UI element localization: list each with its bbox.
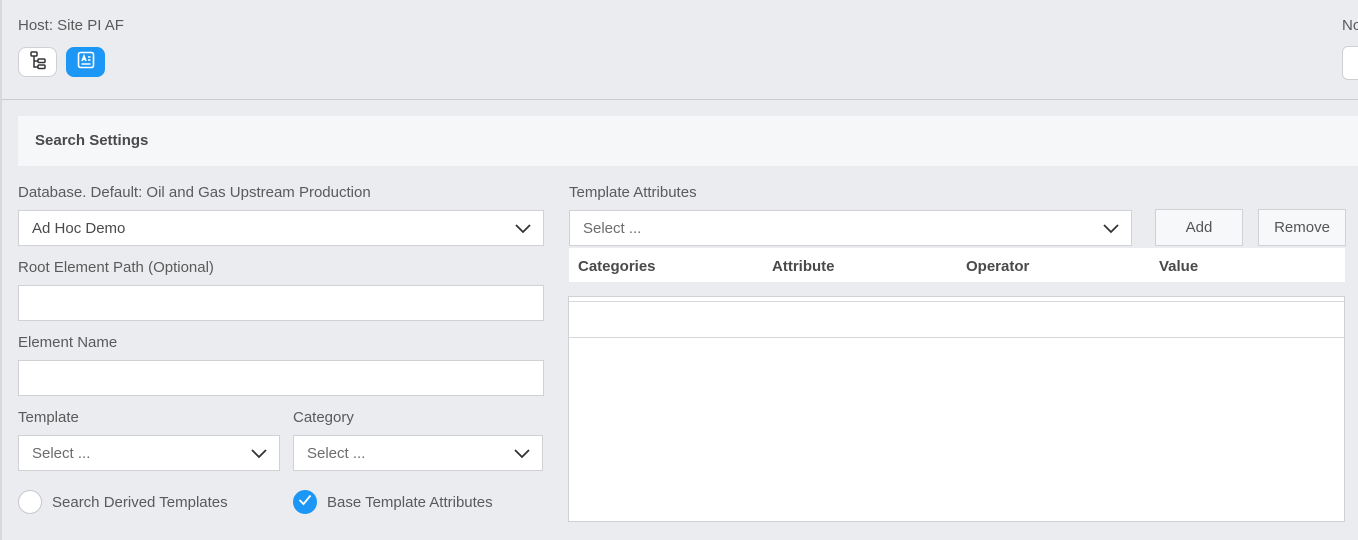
chevron-down-icon bbox=[515, 222, 531, 240]
column-header-categories[interactable]: Categories bbox=[578, 258, 656, 275]
database-value: Ad Hoc Demo bbox=[32, 220, 126, 237]
search-card-icon bbox=[76, 50, 96, 75]
column-header-value[interactable]: Value bbox=[1159, 258, 1198, 275]
table-row-divider bbox=[569, 337, 1344, 338]
template-attributes-placeholder: Select ... bbox=[583, 220, 642, 237]
template-placeholder: Select ... bbox=[32, 445, 91, 462]
remove-button[interactable]: Remove bbox=[1258, 209, 1346, 246]
base-template-attributes-checkbox[interactable] bbox=[293, 490, 317, 514]
attributes-table-body bbox=[568, 296, 1345, 522]
database-select[interactable]: Ad Hoc Demo bbox=[18, 210, 544, 246]
cut-off-label: No bbox=[1342, 17, 1358, 34]
column-header-operator[interactable]: Operator bbox=[966, 258, 1029, 275]
search-derived-checkbox[interactable] bbox=[18, 490, 42, 514]
template-attributes-select[interactable]: Select ... bbox=[569, 210, 1132, 246]
add-button[interactable]: Add bbox=[1155, 209, 1243, 246]
element-name-input[interactable] bbox=[18, 360, 544, 396]
search-settings-header bbox=[18, 116, 1358, 166]
left-border bbox=[0, 0, 2, 540]
template-select[interactable]: Select ... bbox=[18, 435, 280, 471]
search-view-button[interactable] bbox=[66, 47, 105, 77]
checkmark-icon bbox=[298, 493, 312, 511]
column-header-attribute[interactable]: Attribute bbox=[772, 258, 835, 275]
chevron-down-icon bbox=[514, 447, 530, 465]
chevron-down-icon bbox=[251, 447, 267, 465]
element-name-label: Element Name bbox=[18, 334, 118, 351]
base-template-attributes-label: Base Template Attributes bbox=[327, 494, 493, 511]
table-row[interactable] bbox=[569, 301, 1344, 302]
category-label: Category bbox=[293, 409, 354, 426]
cut-off-control[interactable] bbox=[1342, 46, 1358, 80]
hierarchy-tree-icon bbox=[28, 50, 48, 75]
host-label: Host: Site PI AF bbox=[18, 17, 124, 34]
section-title: Search Settings bbox=[35, 132, 149, 149]
search-derived-label: Search Derived Templates bbox=[52, 494, 228, 511]
category-select[interactable]: Select ... bbox=[293, 435, 543, 471]
template-label: Template bbox=[18, 409, 79, 426]
root-path-label: Root Element Path (Optional) bbox=[18, 259, 214, 276]
hierarchy-view-button[interactable] bbox=[18, 47, 57, 77]
template-attributes-label: Template Attributes bbox=[569, 184, 697, 201]
root-path-input[interactable] bbox=[18, 285, 544, 321]
category-placeholder: Select ... bbox=[307, 445, 366, 462]
chevron-down-icon bbox=[1103, 222, 1119, 240]
header-divider bbox=[2, 99, 1358, 100]
attributes-table-header: Categories Attribute Operator Value bbox=[569, 248, 1345, 282]
database-label: Database. Default: Oil and Gas Upstream … bbox=[18, 184, 371, 201]
